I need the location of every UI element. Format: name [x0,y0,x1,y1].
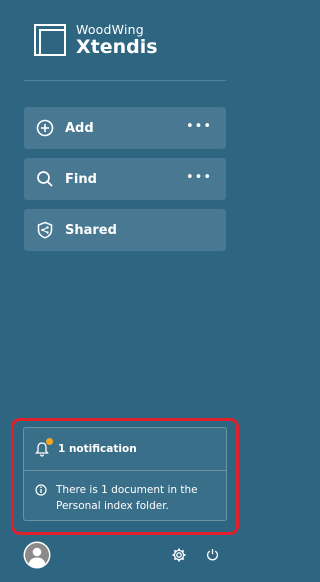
search-icon [37,171,53,187]
notification-bell [35,438,53,457]
info-icon [35,484,47,496]
footer [0,538,250,582]
nav-item-label: Shared [65,222,117,238]
nav-item-label: Add [65,120,94,136]
notification-message: There is 1 document in the Personal inde… [56,484,198,512]
more-options-button[interactable]: ••• [186,120,212,133]
logo-product: Xtendis [76,35,158,58]
xtendis-logo-icon [34,24,66,57]
more-options-button[interactable]: ••• [186,171,212,184]
logo: WoodWing Xtendis [34,22,158,58]
notification-title: 1 notification [58,443,137,455]
notification-header[interactable]: 1 notification [24,428,226,471]
power-icon[interactable] [206,548,219,561]
notification-badge-dot [46,438,53,445]
share-shield-icon [37,221,53,239]
main-nav: Add ••• Find ••• Shared [24,107,226,260]
avatar[interactable] [23,541,51,569]
notification-panel[interactable]: 1 notification There is 1 document in th… [23,427,227,521]
logo-brand: WoodWing [76,22,144,37]
settings-gear-icon[interactable] [172,548,186,562]
nav-item-shared[interactable]: Shared [24,209,226,251]
nav-item-add[interactable]: Add ••• [24,107,226,149]
plus-circle-icon [36,119,54,137]
notification-item[interactable]: There is 1 document in the Personal inde… [24,471,226,514]
header-divider [24,80,226,81]
nav-item-label: Find [65,171,97,187]
nav-item-find[interactable]: Find ••• [24,158,226,200]
